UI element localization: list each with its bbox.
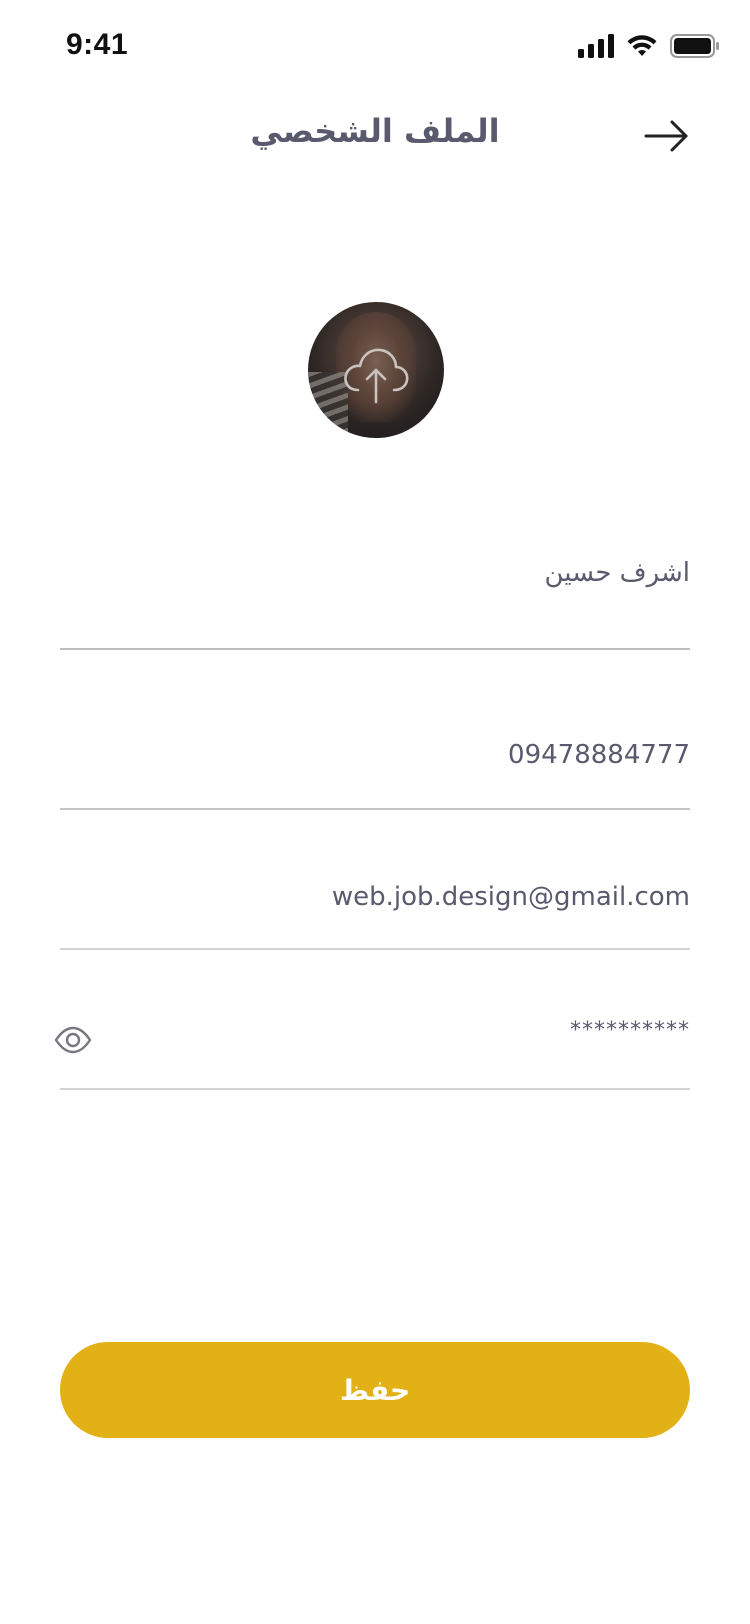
eye-icon[interactable] [54, 1026, 92, 1054]
cellular-signal-icon [578, 34, 614, 58]
name-field[interactable]: اشرف حسين [60, 540, 690, 650]
status-time: 9:41 [66, 28, 129, 61]
arrow-right-icon[interactable] [642, 116, 692, 156]
save-button[interactable]: حفظ [60, 1342, 690, 1438]
name-value: اشرف حسين [544, 558, 690, 588]
cloud-upload-icon [344, 348, 409, 404]
email-field[interactable]: web.job.design@gmail.com [60, 870, 690, 950]
status-icons [578, 32, 720, 60]
email-value: web.job.design@gmail.com [331, 882, 690, 912]
page-title: الملف الشخصي [250, 112, 500, 150]
header: الملف الشخصي [0, 96, 750, 184]
wifi-icon [627, 35, 657, 56]
status-bar: 9:41 [0, 0, 750, 92]
battery-icon [670, 34, 719, 58]
password-value: ********** [570, 1018, 690, 1043]
password-field[interactable]: ********** [54, 1006, 690, 1090]
avatar-upload[interactable] [308, 302, 444, 438]
phone-value: 09478884777 [508, 740, 690, 770]
phone-field[interactable]: 09478884777 [60, 700, 690, 810]
